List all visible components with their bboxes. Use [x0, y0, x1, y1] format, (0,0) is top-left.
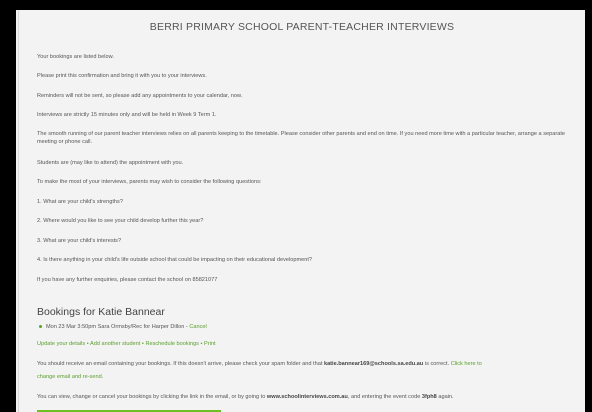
email-note-line-2: change email and re-send. [37, 373, 575, 381]
question-4: 4. Is there anything in your child's lif… [37, 257, 313, 263]
question-2: 2. Where would you like to see your chil… [37, 218, 204, 224]
view-note: You can view, change or cancel your book… [37, 393, 575, 401]
booking-item: Mon 23 Mar 3:50pm Sara Ormsby/Rec for Ha… [39, 324, 207, 330]
page-panel: BERRI PRIMARY SCHOOL PARENT-TEACHER INTE… [16, 10, 585, 412]
question-1: 1. What are your child's strengths? [37, 199, 123, 205]
info-text-reminders: Reminders will not be sent, so please ad… [37, 93, 243, 99]
cancel-booking-link[interactable]: Cancel [189, 324, 206, 330]
reschedule-link[interactable]: Reschedule bookings [145, 341, 199, 347]
email-address: katie.bannear169@schools.sa.edu.au [323, 361, 424, 367]
booking-actions: Update your details • Add another studen… [37, 341, 216, 347]
view-note-text-b: , and entering the event code [347, 394, 421, 400]
content-area: BERRI PRIMARY SCHOOL PARENT-TEACHER INTE… [18, 10, 585, 412]
email-note-line-1: You should receive an email containing y… [37, 360, 575, 368]
change-email-link-head[interactable]: Click here to [451, 361, 482, 367]
update-details-link[interactable]: Update your details [37, 341, 85, 347]
view-note-text: You can view, change or cancel your book… [37, 394, 266, 400]
info-text-students: Students are (may like to attend) the ap… [37, 160, 184, 166]
info-text-print: Please print this confirmation and bring… [37, 73, 207, 79]
booking-item-text: Mon 23 Mar 3:50pm Sara Ormsby/Rec for Ha… [46, 324, 188, 330]
question-3: 3. What are your child's interests? [37, 238, 122, 244]
info-text-timetable: The smooth running of our parent teacher… [37, 131, 565, 145]
add-student-link[interactable]: Add another student [90, 341, 140, 347]
event-code: 3fph8 [421, 394, 437, 400]
info-text-bookings-listed: Your bookings are listed below. [37, 54, 114, 60]
email-note-text-b: is correct. [424, 361, 450, 367]
info-text-questions-intro: To make the most of your interviews, par… [37, 179, 262, 185]
email-note-text: You should receive an email containing y… [37, 361, 323, 367]
print-link[interactable]: Print [204, 341, 216, 347]
bookings-heading: Bookings for Katie Bannear [37, 306, 165, 318]
info-text-duration: Interviews are strictly 15 minutes only … [37, 112, 217, 118]
change-email-link[interactable]: change email and re-send. [37, 374, 103, 380]
info-text-enquiries: If you have any further enquiries, pleas… [37, 277, 218, 283]
view-note-text-c: again. [438, 394, 454, 400]
bullet-icon [39, 325, 42, 329]
page-title: BERRI PRIMARY SCHOOL PARENT-TEACHER INTE… [149, 21, 455, 33]
site-link[interactable]: www.schoolinterviews.com.au [267, 394, 348, 400]
